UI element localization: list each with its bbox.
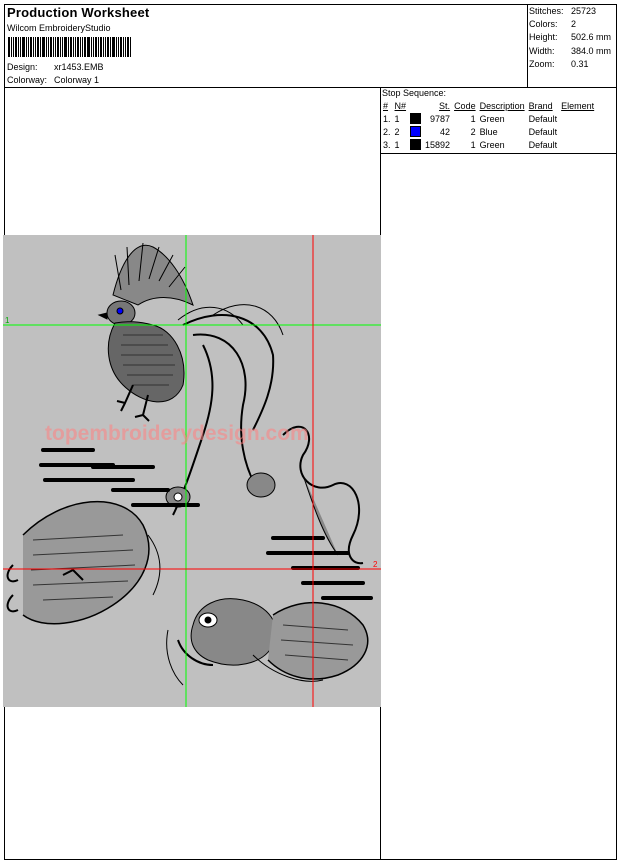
design-stats: Stitches: 25723 Colors: 2 Height: 502.6 mm …: [529, 5, 611, 71]
design-preview: 1 2 topembroiderydesign.com: [3, 235, 381, 707]
watermark-text: topembroiderydesign.com: [45, 422, 309, 445]
design-label: Design:: [7, 62, 38, 72]
stop-sequence-title: Stop Sequence:: [382, 88, 447, 98]
stat-height: Height: 502.6 mm: [529, 32, 612, 43]
col-element: Element: [561, 101, 595, 111]
color-swatch: [410, 139, 422, 151]
color-swatch: [410, 113, 422, 125]
table-row: 1. 1 9787 1 Green Default: [383, 113, 558, 125]
marker-1: 1: [5, 316, 10, 325]
table-row: 3. 1 15892 1 Green Default: [383, 139, 558, 151]
colorway-row: Colorway: Colorway 1: [7, 75, 99, 85]
stat-width: Width: 384.0 mm: [529, 45, 612, 56]
dragon-artwork: [6, 500, 369, 686]
header-divider: [4, 87, 617, 88]
table-header-row: # N# St. Code Description Brand Element: [381, 100, 596, 112]
col-code: Code: [454, 101, 476, 111]
color-swatch: [410, 126, 422, 138]
col-swatch: [408, 100, 423, 112]
col-brand: Brand: [528, 101, 553, 111]
col-description: Description: [479, 101, 525, 111]
phoenix-artwork: [97, 242, 364, 565]
design-row: Design: xr1453.EMB: [7, 62, 104, 72]
page-title: Production Worksheet: [7, 5, 150, 20]
barcode: [8, 37, 132, 57]
software-name: Wilcom EmbroideryStudio: [7, 23, 111, 33]
sequence-divider: [380, 153, 617, 154]
colorway-value: Colorway 1: [54, 75, 100, 85]
stat-stitches: Stitches: 25723: [529, 6, 597, 16]
phoenix-eye: [116, 307, 124, 315]
stats-divider: [527, 4, 528, 87]
table-row: 2. 2 42 2 Blue Default: [383, 126, 558, 138]
col-n: N#: [394, 101, 407, 111]
stat-colors: Colors: 2: [529, 19, 577, 30]
design-value: xr1453.EMB: [54, 62, 104, 72]
col-num: #: [383, 101, 389, 111]
marker-2: 2: [373, 560, 378, 569]
colorway-label: Colorway:: [7, 75, 48, 85]
embroidery-design-svg: 1 2 topembroiderydesign.com: [3, 235, 381, 707]
stat-zoom: Zoom: 0.31: [529, 58, 589, 69]
col-st: St.: [439, 101, 451, 111]
stop-sequence-table: # N# St. Code Description Brand Element …: [381, 100, 596, 151]
